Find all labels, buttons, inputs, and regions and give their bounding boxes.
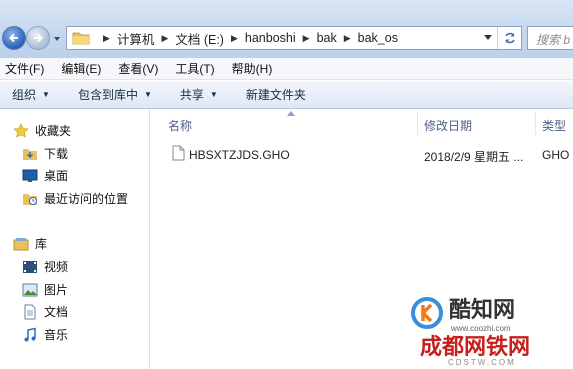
document-icon bbox=[24, 304, 36, 319]
nav-recent-places[interactable]: 最近访问的位置 bbox=[22, 190, 128, 207]
organize-button[interactable]: 组织 ▼ bbox=[12, 86, 50, 103]
column-header: 名称 修改日期 类型 bbox=[151, 109, 573, 137]
include-library-label: 包含到库中 bbox=[77, 88, 138, 102]
menu-bar: 文件(F) 编辑(E) 查看(V) 工具(T) 帮助(H) bbox=[0, 58, 573, 80]
picture-icon bbox=[22, 283, 38, 296]
menu-help[interactable]: 帮助(H) bbox=[232, 60, 273, 77]
breadcrumb-bak-os[interactable]: bak_os bbox=[358, 31, 398, 45]
menu-file[interactable]: 文件(F) bbox=[5, 60, 44, 77]
nav-pictures-label: 图片 bbox=[44, 283, 69, 297]
nav-videos-label: 视频 bbox=[44, 260, 69, 274]
cdstw-logo: 成都网铁网 CDSTW.COM bbox=[420, 334, 530, 367]
search-input[interactable]: 搜索 b bbox=[527, 26, 573, 50]
navigation-pane: 收藏夹 下载 桌面 最近访问的位置 库 视频 图片 文档 音乐 bbox=[0, 109, 150, 369]
nav-favorites-label: 收藏夹 bbox=[35, 124, 72, 138]
chevron-right-icon[interactable]: ▶ bbox=[303, 33, 310, 44]
desktop-icon bbox=[22, 169, 38, 182]
breadcrumb: ▶ 计算机 ▶ 文档 (E:) ▶ hanboshi ▶ bak ▶ bak_o… bbox=[96, 29, 398, 48]
file-row[interactable]: HBSXTZJDS.GHO 2018/2/9 星期五 ... GHO bbox=[151, 141, 573, 165]
music-icon bbox=[24, 327, 36, 341]
chevron-down-icon: ▼ bbox=[42, 90, 50, 99]
breadcrumb-computer[interactable]: 计算机 bbox=[117, 29, 155, 48]
include-in-library-button[interactable]: 包含到库中 ▼ bbox=[78, 86, 152, 103]
share-label: 共享 bbox=[179, 88, 204, 102]
star-icon bbox=[13, 122, 29, 138]
coozhi-logo: 酷知网 www.coozhi.com bbox=[411, 297, 515, 333]
breadcrumb-bak[interactable]: bak bbox=[317, 31, 337, 45]
nav-pictures[interactable]: 图片 bbox=[22, 281, 68, 298]
organize-label: 组织 bbox=[12, 88, 37, 102]
nav-desktop-label: 桌面 bbox=[44, 169, 69, 183]
coozhi-watermark: 酷知网 www.coozhi.com bbox=[405, 293, 555, 335]
nav-desktop[interactable]: 桌面 bbox=[22, 167, 68, 184]
nav-documents[interactable]: 文档 bbox=[22, 303, 68, 320]
column-type[interactable]: 类型 bbox=[542, 117, 566, 134]
new-folder-label: 新建文件夹 bbox=[245, 88, 306, 102]
nav-videos[interactable]: 视频 bbox=[22, 258, 68, 275]
address-bar[interactable]: ▶ 计算机 ▶ 文档 (E:) ▶ hanboshi ▶ bak ▶ bak_o… bbox=[66, 26, 522, 50]
menu-view[interactable]: 查看(V) bbox=[118, 60, 158, 77]
download-folder-icon bbox=[23, 148, 37, 160]
refresh-button[interactable] bbox=[497, 27, 521, 49]
file-name: HBSXTZJDS.GHO bbox=[189, 148, 290, 162]
menu-tools[interactable]: 工具(T) bbox=[175, 60, 214, 77]
address-dropdown-icon[interactable] bbox=[483, 34, 493, 42]
chevron-right-icon[interactable]: ▶ bbox=[231, 33, 238, 44]
nav-favorites[interactable]: 收藏夹 bbox=[13, 122, 71, 139]
chevron-right-icon[interactable]: ▶ bbox=[344, 33, 351, 44]
coozhi-brand: 酷知网 bbox=[449, 297, 515, 322]
sort-ascending-icon bbox=[287, 111, 295, 116]
nav-downloads-label: 下载 bbox=[44, 147, 69, 161]
new-folder-button[interactable]: 新建文件夹 bbox=[246, 86, 306, 103]
nav-recent-label: 最近访问的位置 bbox=[44, 192, 129, 206]
file-type: GHO bbox=[542, 148, 570, 162]
menu-edit[interactable]: 编辑(E) bbox=[61, 60, 101, 77]
column-divider[interactable] bbox=[535, 111, 536, 135]
chevron-right-icon[interactable]: ▶ bbox=[103, 33, 110, 44]
cdstw-brand: 成都网铁网 bbox=[420, 334, 530, 359]
cdstw-watermark: 成都网铁网 CDSTW.COM bbox=[418, 330, 558, 367]
recent-places-icon bbox=[23, 193, 37, 205]
refresh-icon bbox=[504, 32, 515, 44]
arrow-right-icon bbox=[34, 33, 43, 43]
nav-music[interactable]: 音乐 bbox=[22, 326, 68, 343]
chevron-down-icon: ▼ bbox=[209, 90, 218, 99]
back-button[interactable] bbox=[2, 26, 26, 50]
title-address-bar: ▶ 计算机 ▶ 文档 (E:) ▶ hanboshi ▶ bak ▶ bak_o… bbox=[0, 0, 573, 58]
cdstw-url: CDSTW.COM bbox=[448, 358, 516, 366]
nav-libraries[interactable]: 库 bbox=[13, 235, 47, 252]
arrow-left-icon bbox=[9, 33, 18, 43]
video-icon bbox=[23, 260, 37, 273]
breadcrumb-hanboshi[interactable]: hanboshi bbox=[245, 31, 296, 45]
column-divider[interactable] bbox=[417, 111, 418, 135]
library-icon bbox=[13, 237, 29, 250]
chevron-right-icon[interactable]: ▶ bbox=[161, 33, 168, 44]
column-modified[interactable]: 修改日期 bbox=[424, 117, 472, 134]
file-icon bbox=[172, 145, 185, 161]
column-name[interactable]: 名称 bbox=[168, 117, 192, 134]
share-button[interactable]: 共享 ▼ bbox=[180, 86, 218, 103]
nav-libraries-label: 库 bbox=[35, 237, 48, 251]
nav-documents-label: 文档 bbox=[44, 305, 69, 319]
nav-downloads[interactable]: 下载 bbox=[22, 145, 68, 162]
history-dropdown-icon[interactable] bbox=[52, 34, 62, 44]
nav-music-label: 音乐 bbox=[44, 328, 69, 342]
folder-icon bbox=[72, 32, 90, 45]
breadcrumb-drive-e[interactable]: 文档 (E:) bbox=[175, 29, 224, 48]
forward-button[interactable] bbox=[26, 26, 50, 50]
file-modified: 2018/2/9 星期五 ... bbox=[424, 150, 524, 164]
chevron-down-icon: ▼ bbox=[143, 90, 152, 99]
command-bar: 组织 ▼ 包含到库中 ▼ 共享 ▼ 新建文件夹 bbox=[0, 81, 573, 109]
